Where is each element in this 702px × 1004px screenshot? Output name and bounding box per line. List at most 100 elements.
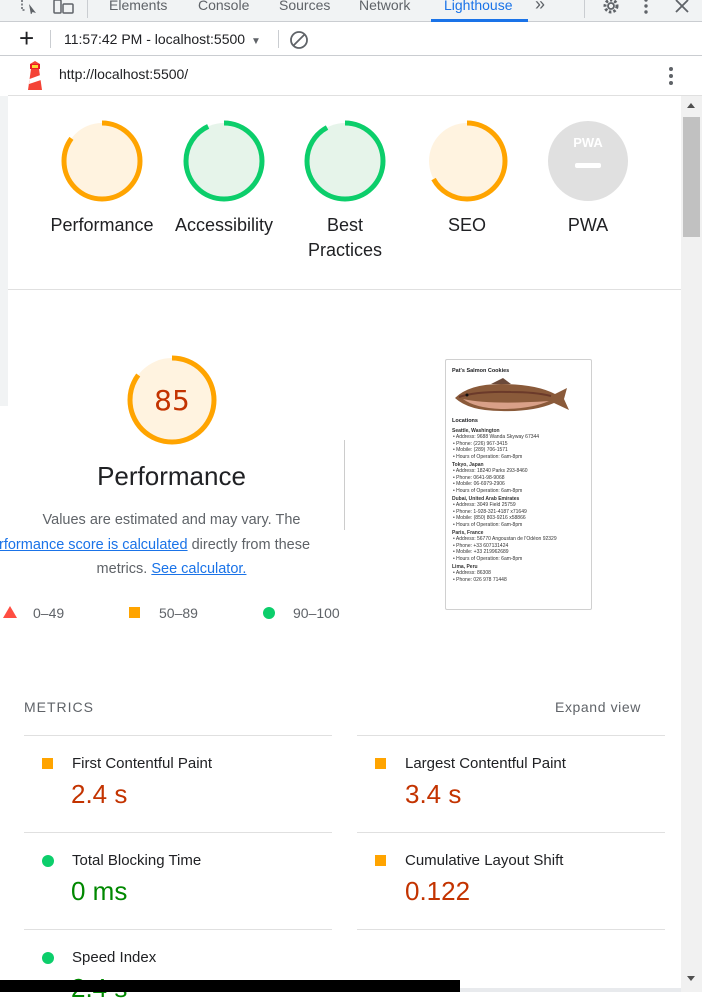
thumbnail-detail: • Address: 3049 Field 25759 — [453, 502, 516, 509]
score-label-pwa[interactable]: PWA — [523, 213, 653, 238]
thumbnail-detail: • Hours of Operation: 6am-8pm — [453, 453, 523, 460]
final-screenshot-thumbnail[interactable]: Pat's Salmon Cookies Locations Seattle, … — [445, 359, 592, 610]
tab-separator — [584, 0, 585, 18]
section-divider — [8, 289, 681, 290]
scrollbar-thumb[interactable] — [683, 117, 700, 237]
average-square-icon — [129, 607, 140, 618]
pwa-dash-icon — [575, 163, 601, 168]
report-select[interactable]: 11:57:42 PM - localhost:5500 ▼ — [64, 31, 261, 47]
metric-divider — [357, 832, 665, 833]
metric-divider — [357, 735, 665, 736]
tab-lighthouse[interactable]: Lighthouse — [444, 0, 513, 13]
pass-circle-icon — [42, 855, 54, 867]
performance-description: Values are estimated and may vary. The e… — [0, 508, 343, 582]
thumbnail-detail: • Phone: (226) 967-3415 — [453, 440, 508, 447]
devtools-tab-strip: Elements Console Sources Network Lightho… — [0, 0, 702, 22]
metric-label-si: Speed Index — [72, 949, 157, 966]
left-pane-edge — [0, 96, 8, 406]
thumbnail-detail: • Address: 86308 — [453, 570, 491, 577]
thumbnail-detail: • Mobile: (850) 803-9216 x58866 — [453, 515, 526, 522]
new-report-button[interactable]: + — [19, 24, 34, 52]
thumbnail-city: Paris, France — [452, 530, 484, 536]
thumbnail-detail: • Mobile: 06-6979-2906 — [453, 481, 505, 488]
thumbnail-detail: • Address: 9688 Wanda Skyway 67344 — [453, 434, 540, 441]
score-gauge-performance[interactable] — [61, 120, 143, 202]
thumbnail-city: Dubai, United Arab Emirates — [452, 496, 520, 502]
metric-label-cls: Cumulative Layout Shift — [405, 852, 564, 869]
scroll-down-icon[interactable] — [686, 975, 696, 983]
score-label-performance[interactable]: Performance — [37, 213, 167, 238]
pass-circle-icon — [263, 607, 275, 619]
metric-divider — [357, 929, 665, 930]
performance-title: Performance — [97, 461, 246, 491]
score-gauge-pwa[interactable]: PWA — [547, 120, 629, 202]
metric-value-fcp: 2.4 s — [71, 779, 128, 809]
metric-divider — [24, 929, 332, 930]
score-gauge-accessibility[interactable] — [183, 120, 265, 202]
see-calculator-link[interactable]: See calculator. — [151, 561, 246, 577]
thumbnail-detail: • Phone: +33 607131424 — [453, 542, 509, 549]
performance-score-link[interactable]: erformance score is calculated — [0, 537, 188, 553]
tab-separator — [87, 0, 88, 18]
thumbnail-detail: • Address: 18240 Parks 293-8460 — [453, 468, 528, 475]
more-tabs-icon[interactable]: » — [535, 0, 545, 15]
score-label-seo[interactable]: SEO — [402, 213, 532, 238]
toolbar-separator — [50, 30, 51, 48]
performance-desc-text: Values are estimated and may vary. The — [42, 512, 301, 528]
tab-console[interactable]: Console — [198, 0, 249, 13]
thumbnail-detail: • Phone: 1-928-321-4187 x71649 — [453, 508, 527, 515]
toolbar-separator — [278, 30, 279, 48]
tab-elements[interactable]: Elements — [109, 0, 167, 13]
thumbnail-detail: • Phone: 026 978 71448 — [453, 576, 507, 583]
performance-score: 85 — [154, 384, 190, 417]
metric-label-tbt: Total Blocking Time — [72, 852, 202, 869]
average-square-icon — [375, 758, 386, 769]
metric-divider — [24, 735, 332, 736]
legend-average: 50–89 — [159, 605, 198, 621]
active-tab-indicator — [431, 19, 528, 22]
score-gauge-best-practices[interactable] — [304, 120, 386, 202]
thumbnail-detail: • Mobile: (289) 706-1571 — [453, 447, 508, 454]
chevron-down-icon: ▼ — [250, 36, 261, 47]
tab-network[interactable]: Network — [359, 0, 410, 13]
report-select-value: 11:57:42 PM - localhost:5500 — [64, 31, 246, 47]
metric-label-lcp: Largest Contentful Paint — [405, 755, 566, 772]
thumbnail-lines: Seattle, Washington • Address: 9688 Wanda… — [446, 360, 591, 609]
thumbnail-city: Tokyo, Japan — [452, 462, 484, 468]
inspect-element-icon[interactable] — [20, 0, 40, 14]
close-icon[interactable] — [674, 0, 690, 14]
score-label-accessibility[interactable]: Accessibility — [159, 213, 289, 238]
average-square-icon — [375, 855, 386, 866]
bottom-edge — [0, 980, 460, 992]
report-menu-icon[interactable] — [666, 66, 676, 86]
lighthouse-logo-icon — [28, 61, 42, 90]
metric-divider — [24, 832, 332, 833]
average-square-icon — [42, 758, 53, 769]
performance-desc-text: metrics. — [96, 561, 152, 577]
score-label-best-practices[interactable]: Best Practices — [305, 213, 385, 263]
gear-icon[interactable] — [601, 0, 621, 16]
more-options-icon[interactable] — [640, 0, 652, 14]
device-toolbar-icon[interactable] — [53, 0, 75, 14]
metric-label-fcp: First Contentful Paint — [72, 755, 213, 772]
metric-value-cls: 0.122 — [405, 876, 471, 906]
tab-sources[interactable]: Sources — [279, 0, 330, 13]
report-url: http://localhost:5500/ — [59, 66, 189, 82]
fail-triangle-icon — [3, 606, 17, 618]
performance-desc-line2: erformance score is calculated directly … — [0, 537, 310, 553]
lighthouse-toolbar: + 11:57:42 PM - localhost:5500 ▼ — [0, 23, 702, 56]
bottom-edge — [460, 988, 681, 992]
performance-desc-text: directly from these — [187, 536, 311, 553]
thumbnail-city: Lima, Peru — [452, 564, 478, 570]
report-url-bar: http://localhost:5500/ — [8, 56, 702, 96]
pass-circle-icon — [42, 952, 54, 964]
thumbnail-detail: • Address: 56770 Angoustan de l'Odéon 92… — [453, 536, 557, 543]
clear-icon[interactable] — [289, 30, 309, 50]
scroll-up-icon[interactable] — [686, 101, 696, 109]
legend-pass: 90–100 — [293, 605, 340, 621]
score-gauge-seo[interactable] — [426, 120, 508, 202]
metrics-heading: METRICS — [24, 699, 94, 715]
thumbnail-detail: • Hours of Operation: 6am-8pm — [453, 487, 523, 494]
thumbnail-detail: • Phone: 0641-98-9068 — [453, 474, 505, 481]
expand-view-button[interactable]: Expand view — [555, 699, 641, 715]
